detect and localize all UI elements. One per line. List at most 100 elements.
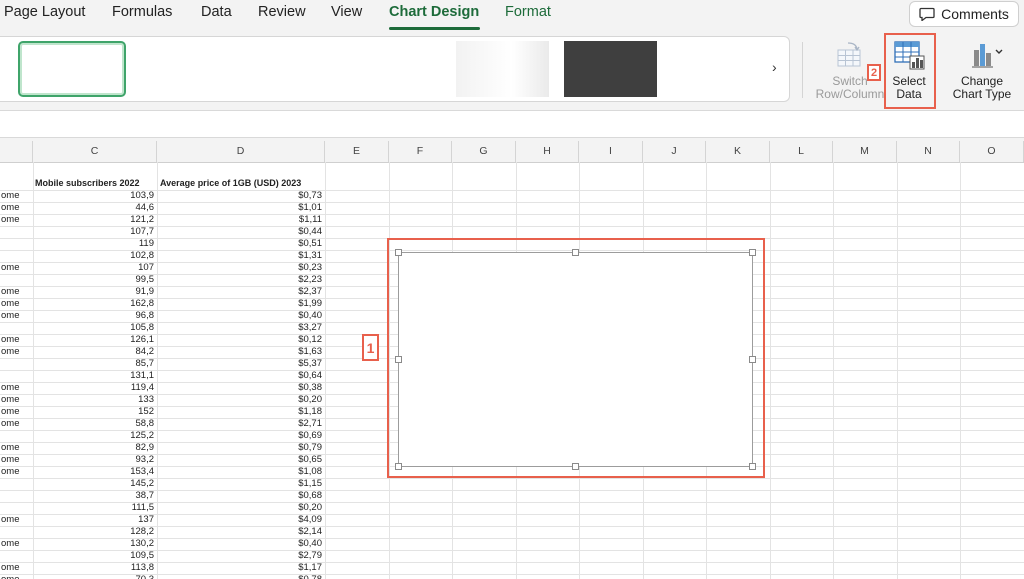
change-chart-type-button[interactable]: Change Chart Type <box>946 40 1018 101</box>
cell-country-partial[interactable]: ome <box>1 262 31 274</box>
cell-country-partial[interactable]: ome <box>1 538 31 550</box>
header-cell-mobile-subscribers[interactable]: Mobile subscribers 2022 <box>35 162 156 190</box>
column-header-g[interactable]: G <box>452 141 516 162</box>
cell-country-partial[interactable]: ome <box>1 514 31 526</box>
cell-avg-price[interactable]: $0,51 <box>160 238 322 250</box>
cell-avg-price[interactable]: $0,73 <box>160 190 322 202</box>
cell-avg-price[interactable]: $1,11 <box>160 214 322 226</box>
cell-mobile-subscribers[interactable]: 131,1 <box>35 370 154 382</box>
cell-country-partial[interactable] <box>1 322 31 334</box>
cell-country-partial[interactable]: ome <box>1 574 31 579</box>
column-header-h[interactable]: H <box>516 141 579 162</box>
cell-country-partial[interactable] <box>1 358 31 370</box>
empty-chart[interactable] <box>395 249 756 470</box>
chart-style-5[interactable] <box>456 41 549 97</box>
cell-country-partial[interactable]: ome <box>1 334 31 346</box>
cell-country-partial[interactable]: ome <box>1 466 31 478</box>
cell-avg-price[interactable]: $2,14 <box>160 526 322 538</box>
cell-country-partial[interactable] <box>1 478 31 490</box>
resize-handle-b[interactable] <box>572 463 579 470</box>
resize-handle-br[interactable] <box>749 463 756 470</box>
cell-mobile-subscribers[interactable]: 44,6 <box>35 202 155 214</box>
cell-country-partial[interactable]: ome <box>1 442 31 454</box>
cell-country-partial[interactable] <box>1 502 31 514</box>
cell-mobile-subscribers[interactable]: 128,2 <box>35 526 154 538</box>
cell-avg-price[interactable]: $2,71 <box>160 418 322 430</box>
cell-avg-price[interactable]: $1,18 <box>160 406 322 418</box>
column-header-j[interactable]: J <box>643 141 706 162</box>
cell-mobile-subscribers[interactable]: 119 <box>35 238 154 250</box>
cell-country-partial[interactable] <box>1 526 31 538</box>
cell-avg-price[interactable]: $4,09 <box>160 514 322 526</box>
cell-mobile-subscribers[interactable]: 125,2 <box>35 430 154 442</box>
cell-mobile-subscribers[interactable]: 82,9 <box>35 442 155 454</box>
cell-mobile-subscribers[interactable]: 70,3 <box>35 574 155 579</box>
cell-country-partial[interactable] <box>1 226 31 238</box>
cell-avg-price[interactable]: $2,37 <box>160 286 322 298</box>
column-header-m[interactable]: M <box>833 141 897 162</box>
cell-mobile-subscribers[interactable]: 38,7 <box>35 490 155 502</box>
cell-country-partial[interactable]: ome <box>1 382 31 394</box>
cell-mobile-subscribers[interactable]: 58,8 <box>35 418 155 430</box>
resize-handle-tr[interactable] <box>749 249 756 256</box>
cell-mobile-subscribers[interactable]: 96,8 <box>35 310 155 322</box>
cell-mobile-subscribers[interactable]: 102,8 <box>35 250 154 262</box>
cell-avg-price[interactable]: $1,63 <box>160 346 322 358</box>
cell-mobile-subscribers[interactable]: 93,2 <box>35 454 155 466</box>
cell-avg-price[interactable]: $0,44 <box>160 226 322 238</box>
cell-mobile-subscribers[interactable]: 162,8 <box>35 298 154 310</box>
cell-avg-price[interactable]: $0,38 <box>160 382 322 394</box>
column-header-o[interactable]: O <box>960 141 1024 162</box>
cell-avg-price[interactable]: $1,15 <box>160 478 322 490</box>
resize-handle-tl[interactable] <box>395 249 402 256</box>
tab-page-layout[interactable]: Page Layout <box>4 4 85 20</box>
cell-country-partial[interactable]: ome <box>1 346 31 358</box>
cell-mobile-subscribers[interactable]: 84,2 <box>35 346 155 358</box>
cell-avg-price[interactable]: $1,17 <box>160 562 322 574</box>
cell-mobile-subscribers[interactable]: 91,9 <box>35 286 155 298</box>
column-header-i[interactable]: I <box>579 141 643 162</box>
cell-mobile-subscribers[interactable]: 99,5 <box>35 274 155 286</box>
chart-style-1[interactable] <box>18 41 126 97</box>
cell-mobile-subscribers[interactable]: 107,7 <box>35 226 154 238</box>
cell-avg-price[interactable]: $5,37 <box>160 358 322 370</box>
cell-mobile-subscribers[interactable]: 109,5 <box>35 550 154 562</box>
cell-country-partial[interactable] <box>1 430 31 442</box>
column-header-e[interactable]: E <box>325 141 389 162</box>
resize-handle-t[interactable] <box>572 249 579 256</box>
column-header-b[interactable] <box>0 141 33 162</box>
tab-chart-design[interactable]: Chart Design <box>389 4 479 20</box>
cell-avg-price[interactable]: $1,99 <box>160 298 322 310</box>
cell-avg-price[interactable]: $0,12 <box>160 334 322 346</box>
chart-style-3[interactable] <box>242 41 342 97</box>
tab-view[interactable]: View <box>331 4 362 20</box>
cell-country-partial[interactable]: ome <box>1 310 31 322</box>
tab-format[interactable]: Format <box>505 4 551 20</box>
cell-country-partial[interactable]: ome <box>1 562 31 574</box>
cell-mobile-subscribers[interactable]: 107 <box>35 262 154 274</box>
cell-avg-price[interactable]: $0,79 <box>160 442 322 454</box>
cell-avg-price[interactable]: $0,69 <box>160 430 322 442</box>
cell-country-partial[interactable] <box>1 370 31 382</box>
cell-avg-price[interactable]: $1,01 <box>160 202 322 214</box>
cell-avg-price[interactable]: $2,79 <box>160 550 322 562</box>
cell-avg-price[interactable]: $0,20 <box>160 394 322 406</box>
cell-country-partial[interactable]: ome <box>1 454 31 466</box>
resize-handle-r[interactable] <box>749 356 756 363</box>
cell-mobile-subscribers[interactable]: 103,9 <box>35 190 154 202</box>
formula-bar[interactable] <box>0 111 1024 138</box>
cell-mobile-subscribers[interactable]: 130,2 <box>35 538 154 550</box>
cell-mobile-subscribers[interactable]: 119,4 <box>35 382 154 394</box>
cell-country-partial[interactable]: ome <box>1 214 31 226</box>
column-header-k[interactable]: K <box>706 141 770 162</box>
cell-mobile-subscribers[interactable]: 153,4 <box>35 466 154 478</box>
cell-avg-price[interactable]: $2,23 <box>160 274 322 286</box>
cell-country-partial[interactable]: ome <box>1 190 31 202</box>
tab-formulas[interactable]: Formulas <box>112 4 172 20</box>
cell-mobile-subscribers[interactable]: 145,2 <box>35 478 154 490</box>
cell-country-partial[interactable]: ome <box>1 298 31 310</box>
cell-mobile-subscribers[interactable]: 113,8 <box>35 562 154 574</box>
tab-review[interactable]: Review <box>258 4 306 20</box>
cell-avg-price[interactable]: $0,20 <box>160 502 322 514</box>
column-header-f[interactable]: F <box>389 141 452 162</box>
